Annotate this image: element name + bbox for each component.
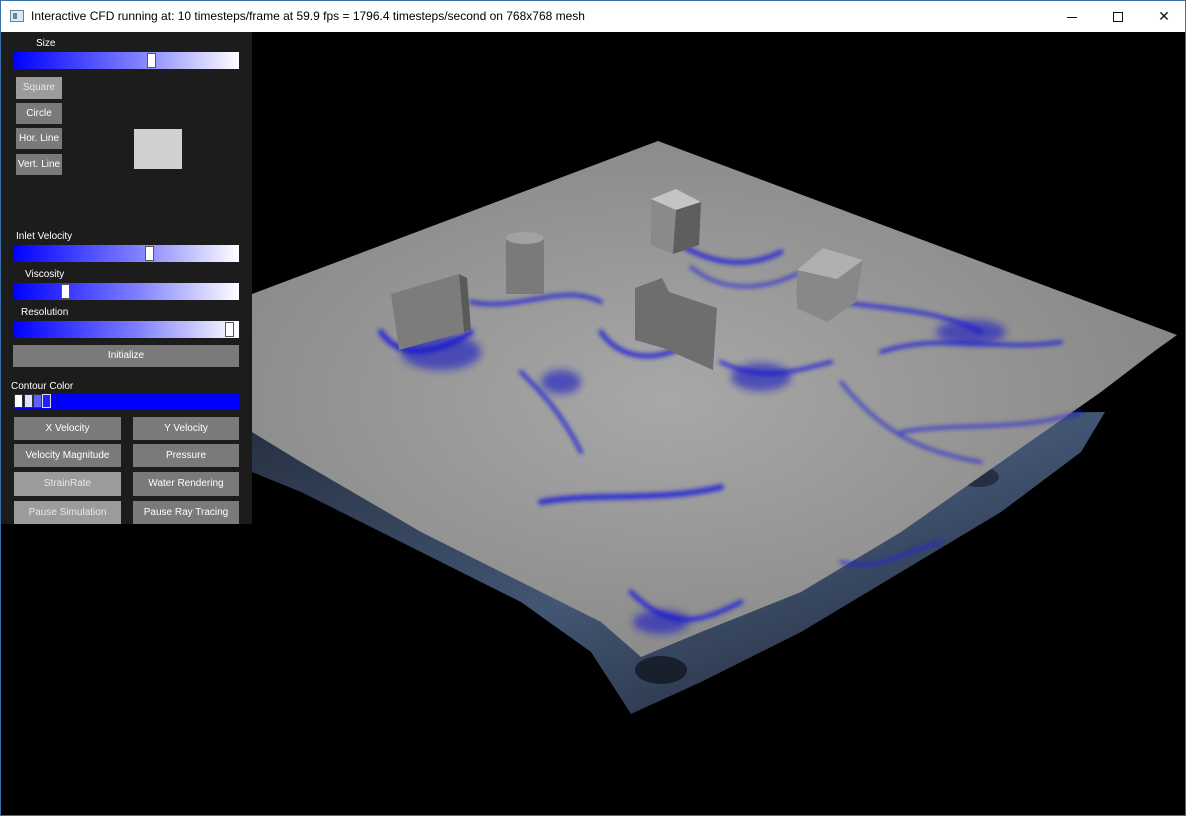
obstacle-cylinder-top: [506, 232, 544, 244]
close-button[interactable]: ✕: [1141, 1, 1186, 32]
x-velocity-button[interactable]: X Velocity: [14, 417, 121, 440]
app-icon: [10, 10, 24, 22]
maximize-button[interactable]: [1095, 1, 1141, 32]
inlet-velocity-slider-thumb[interactable]: [145, 246, 154, 261]
resolution-label: Resolution: [21, 307, 69, 318]
pause-simulation-button[interactable]: Pause Simulation: [14, 501, 121, 524]
fluid-surface: [252, 141, 1177, 657]
maximize-icon: [1113, 12, 1123, 23]
minimize-icon: [1067, 16, 1077, 18]
control-panel: Size Square Circle Hor. Line Vert. Line …: [1, 32, 252, 524]
inlet-velocity-label: Inlet Velocity: [16, 231, 73, 242]
y-velocity-button[interactable]: Y Velocity: [133, 417, 239, 440]
pause-ray-tracing-button[interactable]: Pause Ray Tracing: [133, 501, 239, 524]
resolution-slider-thumb[interactable]: [225, 322, 234, 337]
size-label: Size: [36, 38, 56, 49]
contour-swatch-light[interactable]: [24, 394, 33, 408]
contour-swatch-mid[interactable]: [33, 394, 42, 408]
close-icon: ✕: [1158, 8, 1170, 24]
size-slider[interactable]: [13, 52, 239, 69]
strain-rate-button[interactable]: StrainRate: [14, 472, 121, 496]
horizontal-line-button[interactable]: Hor. Line: [16, 128, 62, 149]
contour-color-bar[interactable]: [13, 393, 239, 409]
circle-button[interactable]: Circle: [16, 103, 62, 124]
velocity-magnitude-button[interactable]: Velocity Magnitude: [14, 444, 121, 467]
viscosity-label: Viscosity: [25, 269, 65, 280]
water-rendering-button[interactable]: Water Rendering: [133, 472, 239, 496]
initialize-button[interactable]: Initialize: [13, 345, 239, 367]
viscosity-slider-thumb[interactable]: [61, 284, 70, 299]
obstacle-cylinder: [506, 238, 544, 294]
viscosity-slider[interactable]: [13, 283, 239, 300]
resolution-slider[interactable]: [13, 321, 239, 338]
shape-preview: [134, 129, 182, 169]
window-title: Interactive CFD running at: 10 timesteps…: [31, 9, 585, 23]
pressure-button[interactable]: Pressure: [133, 444, 239, 467]
app-window: Interactive CFD running at: 10 timesteps…: [0, 0, 1186, 816]
vertical-line-button[interactable]: Vert. Line: [16, 154, 62, 175]
contour-color-label: Contour Color: [11, 381, 74, 392]
size-slider-thumb[interactable]: [147, 53, 156, 68]
water-vortex: [635, 656, 687, 684]
contour-swatch-selected[interactable]: [42, 394, 51, 408]
minimize-button[interactable]: [1049, 1, 1095, 32]
inlet-velocity-slider[interactable]: [13, 245, 239, 262]
title-bar[interactable]: Interactive CFD running at: 10 timesteps…: [1, 1, 1185, 32]
contour-swatch-white[interactable]: [14, 394, 23, 408]
square-button[interactable]: Square: [16, 77, 62, 99]
